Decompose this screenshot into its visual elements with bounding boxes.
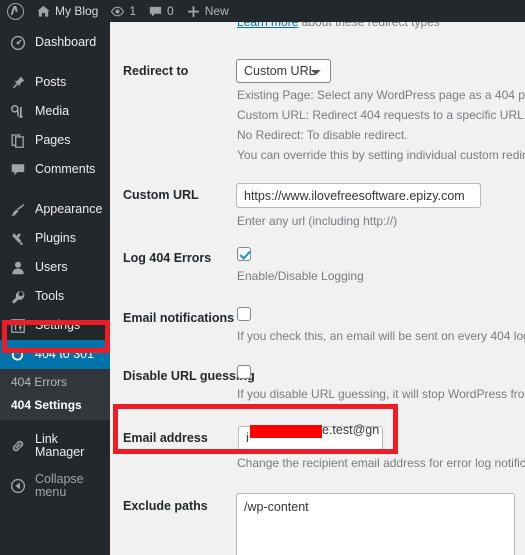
plus-icon [186, 4, 201, 19]
wordpress-logo-icon [7, 2, 24, 20]
redirect-to-desc-existing: Existing Page: Select any WordPress page… [237, 88, 525, 102]
wp-logo-menu[interactable] [0, 0, 30, 22]
log-404-label: Log 404 Errors [123, 251, 212, 265]
sliders-icon [9, 317, 26, 334]
plug-icon [9, 230, 26, 247]
sidebar-item-media[interactable]: Media [0, 97, 110, 126]
sidebar-item-label: Appearance [35, 202, 103, 217]
sidebar-item-404-to-301[interactable]: 404 to 301 [0, 340, 110, 369]
learn-more-rest: about these redirect types [298, 22, 440, 29]
admin-sidebar-menu: Dashboard Posts Media Pages Comments App… [0, 22, 110, 555]
home-icon [36, 4, 51, 19]
wordpress-admin-screen: My Blog 1 0 New Dashboard Posts Media Pa… [0, 0, 525, 555]
settings-form-content: Learn more about these redirect types Re… [110, 22, 525, 555]
submenu-item-label: 404 Errors [11, 374, 68, 389]
sidebar-item-label: Link Manager [35, 432, 85, 459]
menu-separator [0, 460, 110, 471]
redirect-to-desc-override: You can override this by setting individ… [237, 148, 525, 162]
custom-url-label: Custom URL [123, 188, 199, 202]
custom-url-input[interactable] [236, 183, 481, 208]
email-notifications-desc: If you check this, an email will be sent… [237, 329, 525, 343]
comment-bubble-icon [148, 4, 163, 19]
sidebar-item-label: Comments [35, 162, 96, 177]
media-icon [9, 103, 26, 120]
submenu-item-label: 404 Settings [11, 397, 82, 412]
link-icon [9, 437, 26, 454]
sidebar-item-settings[interactable]: Settings [0, 311, 110, 340]
new-content-label: New [204, 4, 229, 18]
sidebar-item-label: Users [35, 260, 68, 275]
sidebar-item-link-manager[interactable]: Link Manager [0, 431, 110, 460]
disable-url-guessing-desc: If you disable URL guessing, it will sto… [237, 387, 525, 401]
sidebar-item-label: Plugins [35, 231, 76, 246]
sidebar-submenu-404-to-301: 404 Errors 404 Settings [0, 369, 110, 420]
user-icon [9, 259, 26, 276]
email-address-visible-suffix: e.test@gn [322, 423, 380, 437]
paintbrush-icon [9, 201, 26, 218]
site-name-label: My Blog [55, 4, 99, 18]
redirect-to-desc-none: No Redirect: To disable redirect. [237, 128, 408, 142]
sidebar-item-appearance[interactable]: Appearance [0, 195, 110, 224]
sidebar-item-404-settings[interactable]: 404 Settings [0, 393, 110, 416]
sidebar-item-label: Tools [35, 289, 65, 304]
menu-separator [0, 57, 110, 68]
site-name-menu[interactable]: My Blog [30, 0, 104, 22]
redaction-bar-email [250, 425, 322, 438]
redirect-to-label: Redirect to [123, 64, 189, 78]
sidebar-item-label: 404 to 301 [35, 347, 95, 362]
sidebar-item-plugins[interactable]: Plugins [0, 224, 110, 253]
redirect-to-select[interactable]: Existing Page Custom URL No Redirect [236, 59, 331, 83]
pages-icon [9, 132, 26, 149]
comments-count: 0 [167, 4, 174, 18]
email-notifications-label: Email notifications [123, 311, 235, 325]
sidebar-item-tools[interactable]: Tools [0, 282, 110, 311]
exclude-paths-textarea[interactable] [236, 493, 515, 555]
sidebar-item-label: Pages [35, 133, 71, 148]
collapse-menu-button[interactable]: Collapse menu [0, 471, 110, 500]
sidebar-item-comments[interactable]: Comments [0, 155, 110, 184]
comments-menu[interactable]: 0 [142, 0, 180, 22]
email-address-label: Email address [123, 431, 208, 445]
updates-count: 1 [129, 4, 137, 18]
sidebar-item-dashboard[interactable]: Dashboard [0, 28, 110, 57]
custom-url-desc: Enter any url (including http://) [237, 214, 398, 228]
learn-more-link[interactable]: Learn more [237, 22, 298, 29]
menu-separator [0, 420, 110, 431]
email-address-desc: Change the recipient email address for e… [237, 456, 525, 470]
comment-bubble-icon [9, 161, 26, 178]
new-content-menu[interactable]: New [180, 0, 235, 22]
sidebar-item-404-errors[interactable]: 404 Errors [0, 370, 110, 393]
dashboard-icon [9, 34, 26, 51]
disable-url-guessing-label: Disable URL guessing [123, 369, 255, 383]
sidebar-item-users[interactable]: Users [0, 253, 110, 282]
disable-url-guessing-checkbox[interactable] [237, 365, 251, 379]
collapse-menu-label: Collapse menu [35, 472, 84, 499]
email-notifications-checkbox[interactable] [237, 307, 251, 321]
log-404-checkbox[interactable] [237, 247, 251, 261]
sidebar-item-label: Posts [35, 75, 67, 90]
sidebar-item-label: Media [35, 104, 70, 119]
sidebar-item-label: Settings [35, 318, 81, 333]
eye-icon [110, 4, 125, 19]
sidebar-item-pages[interactable]: Pages [0, 126, 110, 155]
menu-separator [0, 184, 110, 195]
wrench-icon [9, 288, 26, 305]
updates-menu[interactable]: 1 [104, 0, 142, 22]
collapse-arrow-icon [9, 477, 26, 494]
exclude-paths-label: Exclude paths [123, 499, 208, 513]
sidebar-item-posts[interactable]: Posts [0, 68, 110, 97]
admin-bar: My Blog 1 0 New [0, 0, 525, 22]
redirect-arrow-icon [9, 346, 26, 363]
redirect-to-desc-custom: Custom URL: Redirect 404 requests to a s… [237, 108, 525, 122]
log-404-desc: Enable/Disable Logging [237, 269, 364, 283]
sidebar-item-label: Dashboard [35, 35, 97, 50]
pin-icon [9, 74, 26, 91]
learn-more-line: Learn more about these redirect types [237, 22, 440, 29]
